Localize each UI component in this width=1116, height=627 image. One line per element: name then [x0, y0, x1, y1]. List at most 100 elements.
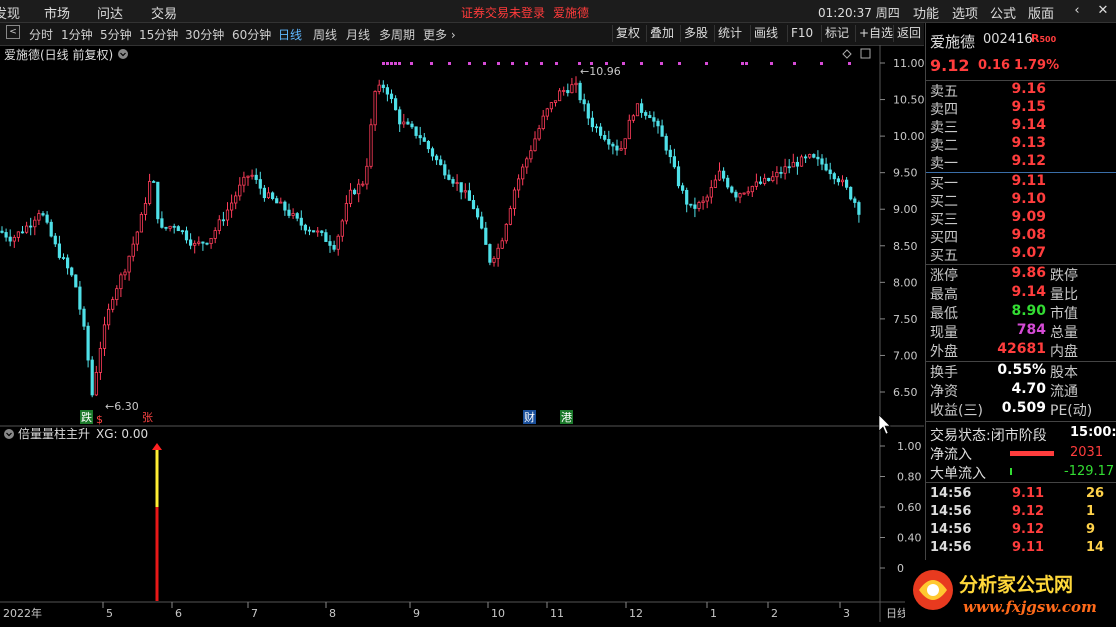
- signal-dot: [705, 62, 708, 65]
- candle-body: [393, 98, 398, 111]
- add-favorite-button[interactable]: +自选: [855, 25, 896, 42]
- period-tab-15min[interactable]: 15分钟: [139, 26, 178, 43]
- bid-row[interactable]: 买二 9.10: [930, 191, 1116, 210]
- period-tab-multi[interactable]: 多周期: [379, 26, 415, 43]
- candle-body: [152, 181, 156, 183]
- signal-dot: [390, 62, 393, 65]
- menu-item-options[interactable]: 选项: [952, 3, 978, 22]
- fuquan-button[interactable]: 复权: [612, 25, 643, 42]
- candle-body: [529, 150, 533, 160]
- period-tab-fenshi[interactable]: 分时: [29, 26, 53, 43]
- candle-body: [78, 286, 82, 310]
- signal-dot: [640, 62, 643, 65]
- signal-dot: [525, 62, 528, 65]
- period-tab-monthly[interactable]: 月线: [346, 26, 370, 43]
- time-tick-label: 2: [771, 607, 778, 620]
- candle-body: [795, 161, 800, 167]
- chart-title-dropdown-icon[interactable]: [118, 49, 128, 59]
- bid-row[interactable]: 买四 9.08: [930, 227, 1116, 246]
- candle-body: [840, 179, 845, 183]
- overlay-button[interactable]: 叠加: [646, 25, 677, 42]
- candle-body: [451, 179, 455, 184]
- candle-body: [734, 191, 738, 198]
- menu-item-function[interactable]: 功能: [913, 3, 939, 22]
- stat-row: 现量 784 总量: [930, 322, 1078, 341]
- ask-row[interactable]: 卖五 9.16: [930, 81, 1116, 100]
- candle-body: [570, 84, 574, 94]
- bid-row[interactable]: 买三 9.09: [930, 209, 1116, 228]
- stats-button[interactable]: 统计: [714, 25, 745, 42]
- indicator-tick-label: 0.40: [897, 532, 922, 545]
- candle-body: [238, 184, 242, 197]
- candle-body: [82, 308, 86, 327]
- period-tab-more[interactable]: 更多 ›: [423, 26, 456, 43]
- chart-toolbar: < 分时 1分钟 5分钟 15分钟 30分钟 60分钟 日线 周线 月线 多周期…: [0, 23, 924, 46]
- candle-body: [12, 236, 16, 242]
- indicator-tick-label: 0.80: [897, 471, 922, 484]
- menu-item-discover[interactable]: 发现: [0, 3, 20, 22]
- back-arrow-icon[interactable]: ‹: [1068, 2, 1086, 20]
- f10-button[interactable]: F10: [787, 25, 816, 42]
- draw-line-button[interactable]: 画线: [750, 25, 781, 42]
- signal-dot: [678, 62, 681, 65]
- candle-body: [750, 185, 754, 193]
- menu-item-market[interactable]: 市场: [44, 3, 70, 22]
- candle-body: [61, 257, 66, 259]
- mark-button[interactable]: 标记: [821, 25, 852, 42]
- bid-row[interactable]: 买五 9.07: [930, 245, 1116, 264]
- candle-body: [299, 217, 303, 226]
- price-tick-label: 6.50: [893, 386, 918, 399]
- site-logo: 分析家公式网 www.fxjgsw.com: [905, 560, 1116, 624]
- mouse-cursor-icon: [878, 414, 891, 435]
- candle-body: [398, 109, 402, 125]
- return-button[interactable]: 返回: [893, 25, 924, 42]
- menu-item-layout[interactable]: 版面: [1028, 3, 1054, 22]
- bid-row[interactable]: 买一 9.11: [930, 173, 1116, 192]
- menu-item-formula[interactable]: 公式: [990, 3, 1016, 22]
- period-tab-60min[interactable]: 60分钟: [232, 26, 271, 43]
- price-tick-label: 8.50: [893, 240, 918, 253]
- period-tab-5min[interactable]: 5分钟: [100, 26, 132, 43]
- collapse-icon[interactable]: <: [6, 25, 20, 39]
- diamond-icon[interactable]: [842, 49, 852, 59]
- multi-stock-button[interactable]: 多股: [680, 25, 711, 42]
- signal-dot: [660, 62, 663, 65]
- candle-body: [410, 123, 414, 128]
- time-tick-label: 2022年: [3, 606, 42, 620]
- candle-body: [98, 348, 102, 373]
- time-tick-label: 11: [550, 607, 564, 620]
- time-tick-label: 9: [413, 607, 420, 620]
- low-annotation: ←6.30: [105, 400, 139, 413]
- menu-item-wenda[interactable]: 问达: [97, 3, 123, 22]
- candle-body: [471, 200, 476, 210]
- time-axis: 2022年 5 6 7 8 9 10 11 12 1 2 3 日线: [3, 602, 908, 620]
- ask-row[interactable]: 卖三 9.14: [930, 117, 1116, 136]
- period-tab-weekly[interactable]: 周线: [313, 26, 337, 43]
- candle-body: [799, 156, 804, 167]
- menu-item-trade[interactable]: 交易: [151, 3, 177, 22]
- kline-chart[interactable]: 爱施德(日线 前复权) 11.0010.5010.009.509.008.508…: [0, 45, 924, 622]
- marker-dollar[interactable]: $: [96, 413, 103, 426]
- period-tab-daily[interactable]: 日线: [278, 26, 302, 43]
- candle-body: [767, 177, 771, 182]
- candle-body: [836, 178, 841, 183]
- period-tab-30min[interactable]: 30分钟: [185, 26, 224, 43]
- ask-row[interactable]: 卖一 9.12: [930, 153, 1116, 172]
- candle-body: [418, 135, 422, 139]
- ask-row[interactable]: 卖四 9.15: [930, 99, 1116, 118]
- login-warning[interactable]: 证券交易未登录: [461, 4, 545, 21]
- indicator-dropdown-icon[interactable]: [4, 429, 14, 439]
- close-icon[interactable]: ✕: [1094, 2, 1112, 20]
- marker-zhang[interactable]: 张: [142, 411, 153, 424]
- clock-time: 01:20:37 周四: [818, 6, 900, 20]
- candle-body: [20, 231, 25, 234]
- ask-row[interactable]: 卖二 9.13: [930, 135, 1116, 154]
- period-tab-1min[interactable]: 1分钟: [61, 26, 93, 43]
- maximize-icon[interactable]: [860, 48, 871, 59]
- candle-body: [156, 181, 160, 220]
- stat-row: 净资 4.70 流通: [930, 381, 1078, 400]
- tick-row: 14:56 9.12 1: [930, 504, 1096, 519]
- candle-body: [303, 224, 308, 231]
- price-tick-label: 8.00: [893, 276, 918, 289]
- candle-body: [480, 216, 484, 229]
